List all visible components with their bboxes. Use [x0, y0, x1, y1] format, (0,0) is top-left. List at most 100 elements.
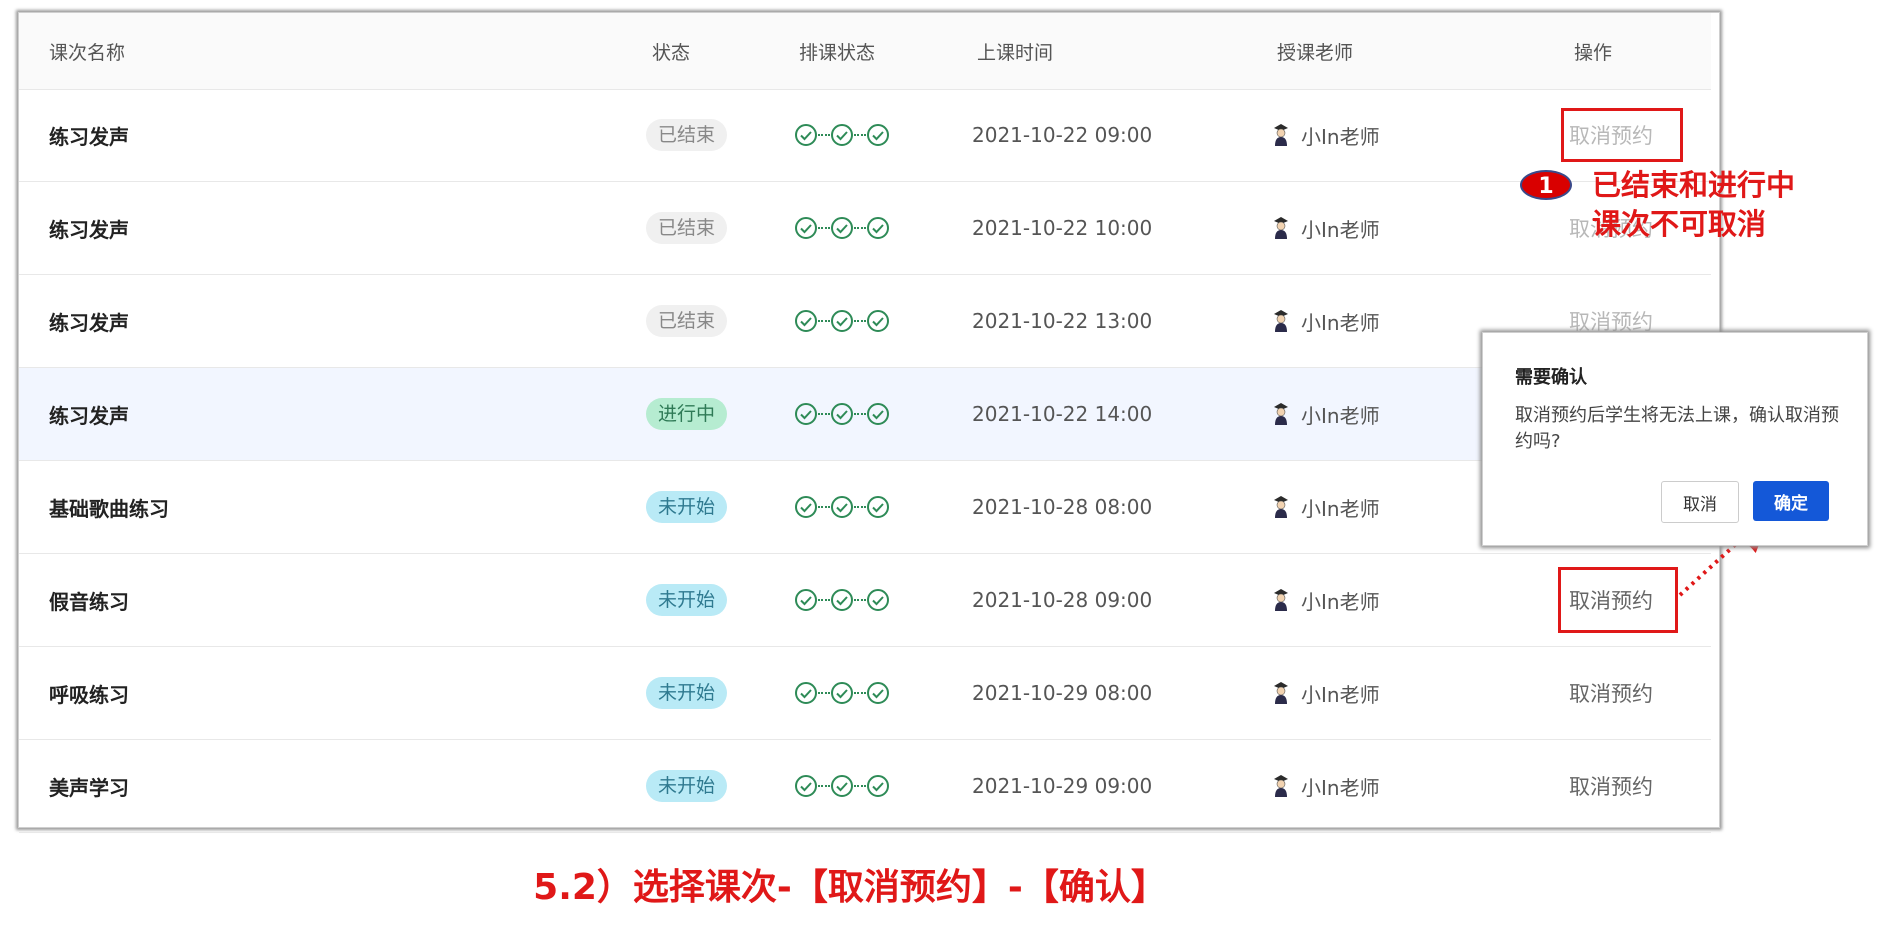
table-header: 课次名称 状态 排课状态 上课时间 授课老师 操作 [19, 13, 1711, 90]
step-connector [818, 413, 830, 415]
step-connector [854, 320, 866, 322]
status-badge: 进行中 [646, 398, 728, 430]
schedule-steps [794, 182, 890, 274]
schedule-steps [794, 368, 890, 460]
cancel-booking-link[interactable]: 取消预约 [1569, 647, 1653, 739]
course-table: 课次名称 状态 排课状态 上课时间 授课老师 操作 练习发声 已结束 2021-10… [18, 12, 1720, 833]
check-circle-icon [794, 495, 818, 519]
check-circle-icon [830, 588, 854, 612]
teacher-cell: 小In老师 [1271, 554, 1380, 646]
course-name: 美声学习 [49, 775, 129, 800]
step-connector [854, 413, 866, 415]
step-connector [818, 599, 830, 601]
check-circle-icon [866, 402, 890, 426]
course-name: 练习发声 [49, 403, 129, 428]
check-circle-icon [794, 681, 818, 705]
status-cell: 未开始 [646, 647, 728, 739]
cancel-booking-link[interactable]: 取消预约 [1569, 740, 1653, 832]
course-name: 假音练习 [49, 589, 129, 614]
status-cell: 未开始 [646, 461, 728, 553]
teacher-cell: 小In老师 [1271, 275, 1380, 367]
table-row: 美声学习 未开始 2021-10-29 09:00 小In老师 取消预约 [19, 740, 1711, 833]
class-time: 2021-10-28 09:00 [972, 588, 1153, 612]
check-circle-icon [830, 216, 854, 240]
check-circle-icon [830, 402, 854, 426]
check-circle-icon [830, 309, 854, 333]
teacher-name: 小In老师 [1301, 403, 1380, 428]
col-header-name: 课次名称 [49, 41, 126, 64]
dialog-title: 需要确认 [1515, 367, 1587, 388]
teacher-avatar-icon [1271, 773, 1291, 799]
table-row: 练习发声 已结束 2021-10-22 13:00 小In老师 取消预约 [19, 275, 1711, 368]
check-circle-icon [866, 681, 890, 705]
schedule-steps [794, 740, 890, 832]
teacher-name: 小In老师 [1301, 124, 1380, 149]
check-circle-icon [794, 123, 818, 147]
teacher-name: 小In老师 [1301, 496, 1380, 521]
class-time: 2021-10-22 10:00 [972, 216, 1153, 240]
status-badge: 未开始 [646, 491, 728, 523]
step-connector [854, 227, 866, 229]
teacher-name: 小In老师 [1301, 589, 1380, 614]
step-connector [818, 227, 830, 229]
check-circle-icon [794, 309, 818, 333]
class-time: 2021-10-22 09:00 [972, 123, 1153, 147]
annotation-box-ended-cancel [1561, 108, 1683, 162]
col-header-teacher: 授课老师 [1277, 41, 1354, 64]
status-badge: 未开始 [646, 770, 728, 802]
table-row: 练习发声 已结束 2021-10-22 09:00 小In老师 取消预约 [19, 89, 1711, 182]
course-name: 练习发声 [49, 310, 129, 335]
table-row: 练习发声进行中2021-10-22 14:00小In老师取消预约 [19, 368, 1711, 461]
check-circle-icon [866, 495, 890, 519]
check-circle-icon [866, 588, 890, 612]
status-cell: 已结束 [646, 182, 728, 274]
annotation-number-badge: 1 [1520, 170, 1572, 200]
course-name: 基础歌曲练习 [49, 496, 169, 521]
annotation-note-line2: 课次不可取消 [1592, 207, 1767, 241]
table-row: 练习发声 已结束 2021-10-22 10:00 小In老师 取消预约 [19, 182, 1711, 275]
class-time: 2021-10-22 14:00 [972, 402, 1153, 426]
status-badge: 未开始 [646, 584, 728, 616]
teacher-avatar-icon [1271, 122, 1291, 148]
status-badge: 已结束 [646, 212, 728, 244]
dialog-message: 取消预约后学生将无法上课，确认取消预约吗? [1515, 405, 1839, 452]
check-circle-icon [794, 588, 818, 612]
class-time: 2021-10-22 13:00 [972, 309, 1153, 333]
step-connector [854, 785, 866, 787]
status-cell: 未开始 [646, 740, 728, 832]
status-cell: 进行中 [646, 368, 728, 460]
step-connector [818, 134, 830, 136]
check-circle-icon [794, 402, 818, 426]
teacher-name: 小In老师 [1301, 310, 1380, 335]
check-circle-icon [830, 495, 854, 519]
status-badge: 已结束 [646, 119, 728, 151]
schedule-steps [794, 554, 890, 646]
annotation-note-line1: 已结束和进行中 [1592, 168, 1796, 202]
teacher-cell: 小In老师 [1271, 368, 1380, 460]
check-circle-icon [866, 309, 890, 333]
dialog-cancel-button[interactable]: 取消 [1661, 481, 1739, 523]
teacher-cell: 小In老师 [1271, 89, 1380, 181]
check-circle-icon [830, 774, 854, 798]
teacher-avatar-icon [1271, 308, 1291, 334]
check-circle-icon [866, 216, 890, 240]
dialog-confirm-button[interactable]: 确定 [1753, 481, 1829, 521]
status-cell: 已结束 [646, 89, 728, 181]
teacher-cell: 小In老师 [1271, 647, 1380, 739]
table-row: 呼吸练习 未开始 2021-10-29 08:00 小In老师 取消预约 [19, 647, 1711, 740]
step-connector [818, 785, 830, 787]
schedule-steps [794, 461, 890, 553]
status-badge: 已结束 [646, 305, 728, 337]
check-circle-icon [794, 774, 818, 798]
class-time: 2021-10-28 08:00 [972, 495, 1153, 519]
step-connector [854, 692, 866, 694]
status-badge: 未开始 [646, 677, 728, 709]
class-time: 2021-10-29 09:00 [972, 774, 1153, 798]
course-name: 呼吸练习 [49, 682, 129, 707]
step-connector [818, 692, 830, 694]
status-cell: 未开始 [646, 554, 728, 646]
course-name: 练习发声 [49, 217, 129, 242]
check-circle-icon [794, 216, 818, 240]
teacher-name: 小In老师 [1301, 682, 1380, 707]
teacher-name: 小In老师 [1301, 217, 1380, 242]
